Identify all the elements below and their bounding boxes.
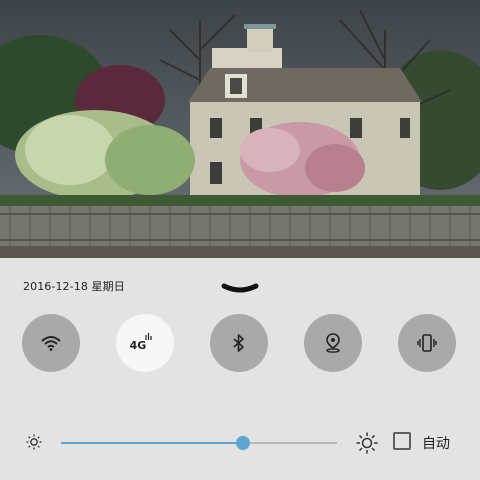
mobile-data-toggle[interactable]: 4G <box>116 314 174 372</box>
wifi-toggle[interactable] <box>22 314 80 372</box>
slider-thumb[interactable] <box>236 436 251 450</box>
chevron-down-icon <box>221 283 259 293</box>
brightness-low-icon <box>25 433 43 455</box>
collapse-handle[interactable] <box>220 280 260 293</box>
wifi-icon <box>41 335 61 351</box>
auto-brightness-label: 自动 <box>422 436 450 452</box>
quick-settings-panel: 2016-12-18 星期日 4G 自动 <box>0 258 480 480</box>
auto-brightness-checkbox[interactable] <box>393 432 411 450</box>
brightness-slider[interactable] <box>61 436 337 450</box>
mobile-data-label: 4G <box>129 338 147 352</box>
bluetooth-icon <box>233 334 245 352</box>
4g-icon: 4G <box>129 333 159 352</box>
bluetooth-toggle[interactable] <box>210 314 268 372</box>
brightness-row: 自动 <box>0 428 480 458</box>
vibrate-toggle[interactable] <box>398 314 456 372</box>
slider-fill <box>61 442 244 444</box>
brightness-high-icon <box>355 431 379 459</box>
location-toggle[interactable] <box>304 314 362 372</box>
date-text: 2016-12-18 星期日 <box>23 280 125 293</box>
wallpaper-image <box>0 0 480 258</box>
vibrate-icon <box>417 334 437 352</box>
location-pin-icon <box>325 333 341 353</box>
